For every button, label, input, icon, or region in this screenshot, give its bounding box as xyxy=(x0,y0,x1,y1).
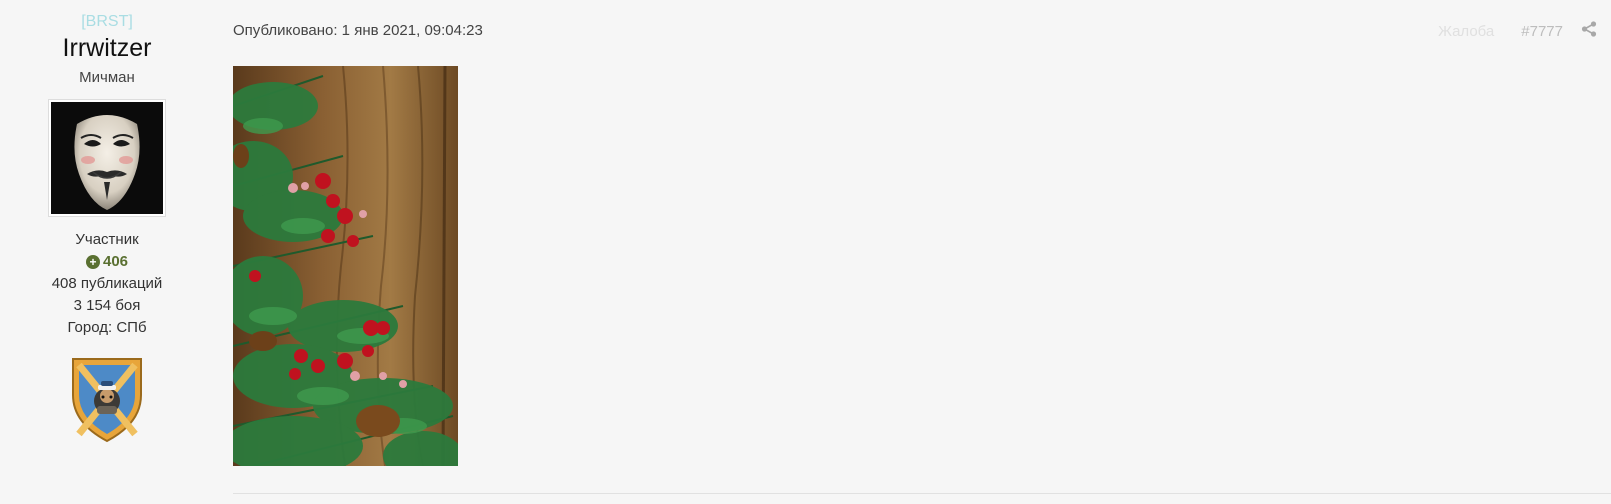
post-image[interactable] xyxy=(233,66,458,466)
author-panel: [BRST] Irrwitzer Мичман Участник + 406 4… xyxy=(0,12,214,443)
username-link[interactable]: Irrwitzer xyxy=(0,33,214,63)
post-number-link[interactable]: #7777 xyxy=(1521,22,1563,42)
report-link[interactable]: Жалоба xyxy=(1438,22,1494,42)
avatar[interactable] xyxy=(49,100,165,216)
rank-title: Мичман xyxy=(79,69,135,86)
clan-shield-badge-icon xyxy=(72,358,142,443)
post-published-date: Опубликовано: 1 янв 2021, 09:04:23 xyxy=(233,22,483,39)
guy-fawkes-mask-icon xyxy=(51,102,163,214)
post-divider xyxy=(233,493,1611,494)
share-button[interactable] xyxy=(1581,21,1597,43)
battle-count: 3 154 боя xyxy=(73,297,141,314)
christmas-fir-branch-image xyxy=(233,66,458,466)
clan-tag-link[interactable]: [BRST] xyxy=(0,12,214,32)
reputation-score: +406 xyxy=(0,251,214,273)
author-city: Город: СПб xyxy=(67,319,147,336)
post-count: 408 публикаций xyxy=(51,275,163,292)
share-icon xyxy=(1581,21,1597,37)
plus-circle-icon: + xyxy=(85,255,100,269)
forum-post: [BRST] Irrwitzer Мичман Участник + 406 4… xyxy=(0,0,1611,504)
member-group: Участник xyxy=(75,231,139,248)
reputation-value: 406 xyxy=(102,253,129,270)
author-stats: Участник +406 408 публикаций 3 154 боя Г… xyxy=(0,229,214,339)
post-tools: Жалоба #7777 xyxy=(1438,21,1597,43)
